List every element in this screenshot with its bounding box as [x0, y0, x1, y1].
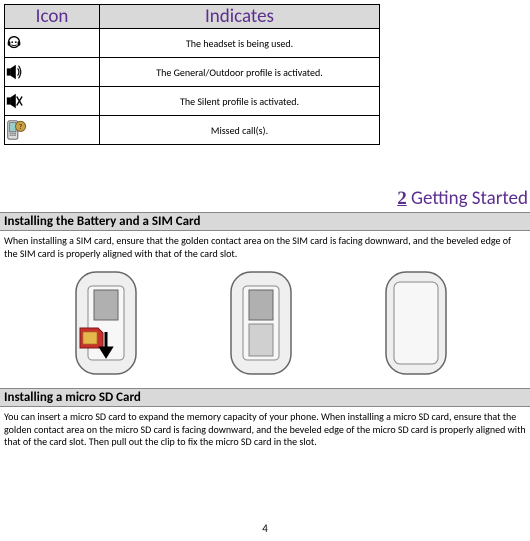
section-heading-battery-sim: Installing the Battery and a SIM Card — [0, 212, 530, 231]
sim-install-figure — [0, 262, 530, 386]
indicates-cell: The General/Outdoor profile is activated… — [100, 58, 380, 87]
table-header-row: Icon Indicates — [5, 5, 380, 29]
icon-indicates-table: Icon Indicates The headset is being used… — [4, 4, 380, 145]
chapter-heading: 2 Getting Started — [0, 187, 530, 210]
general-profile-icon — [5, 58, 100, 87]
col-header-indicates: Indicates — [100, 5, 380, 29]
col-header-icon: Icon — [5, 5, 100, 29]
svg-text:?: ? — [19, 122, 23, 131]
indicates-cell: The Silent profile is activated. — [100, 87, 380, 116]
indicates-cell: The headset is being used. — [100, 29, 380, 58]
table-row: The General/Outdoor profile is activated… — [5, 58, 380, 87]
chapter-number: 2 — [397, 188, 407, 209]
table-row: The Silent profile is activated. — [5, 87, 380, 116]
headset-icon — [5, 29, 100, 58]
chapter-title: Getting Started — [407, 187, 528, 210]
indicates-cell: Missed call(s). — [100, 116, 380, 145]
page-number: 4 — [0, 522, 530, 535]
section-body: When installing a SIM card, ensure that … — [0, 231, 530, 262]
section-body: You can insert a micro SD card to expand… — [0, 407, 530, 451]
table-row: The headset is being used. — [5, 29, 380, 58]
silent-profile-icon — [5, 87, 100, 116]
manual-page: Icon Indicates The headset is being used… — [0, 4, 530, 541]
table-row: ? Missed call(s). — [5, 116, 380, 145]
section-heading-microsd: Installing a micro SD Card — [0, 388, 530, 407]
missed-call-icon: ? — [5, 116, 100, 145]
